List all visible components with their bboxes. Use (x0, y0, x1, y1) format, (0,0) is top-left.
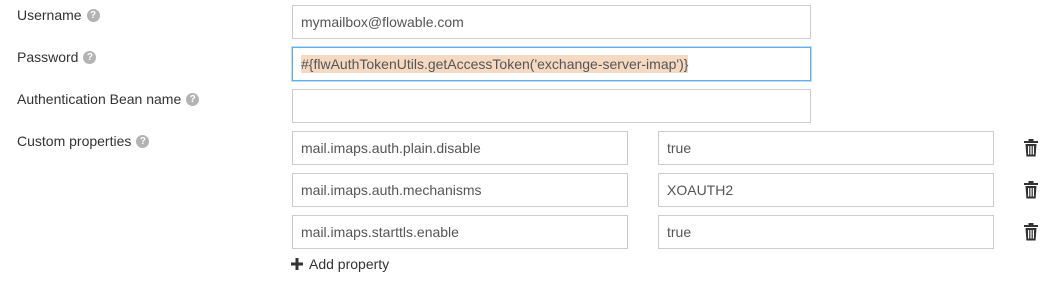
trash-icon[interactable] (1023, 181, 1039, 199)
password-input[interactable]: #{flwAuthTokenUtils.getAccessToken('exch… (292, 47, 811, 81)
question-circle-icon[interactable]: ? (83, 50, 97, 64)
question-circle-icon[interactable]: ? (86, 8, 100, 22)
property-key-input[interactable] (292, 131, 628, 165)
add-property-label: Add property (309, 256, 390, 272)
question-circle-icon[interactable]: ? (186, 92, 200, 106)
custom-properties-label: Custom properties ? (17, 133, 150, 149)
auth-bean-input[interactable] (292, 89, 811, 123)
property-value-input[interactable] (658, 215, 994, 249)
auth-bean-label: Authentication Bean name ? (17, 91, 200, 107)
username-label-text: Username (17, 7, 82, 23)
password-label: Password ? (17, 49, 97, 65)
auth-bean-label-text: Authentication Bean name (17, 91, 182, 107)
plus-icon (291, 258, 303, 270)
question-circle-icon[interactable]: ? (136, 134, 150, 148)
trash-icon[interactable] (1023, 139, 1039, 157)
password-value-selected: #{flwAuthTokenUtils.getAccessToken('exch… (301, 55, 689, 73)
property-value-input[interactable] (658, 173, 994, 207)
username-label: Username ? (17, 7, 100, 23)
property-key-input[interactable] (292, 215, 628, 249)
username-input[interactable] (292, 5, 811, 39)
property-value-input[interactable] (658, 131, 994, 165)
trash-icon[interactable] (1023, 223, 1039, 241)
add-property-button[interactable]: Add property (291, 256, 389, 272)
password-label-text: Password (17, 49, 79, 65)
property-key-input[interactable] (292, 173, 628, 207)
custom-properties-label-text: Custom properties (17, 133, 132, 149)
